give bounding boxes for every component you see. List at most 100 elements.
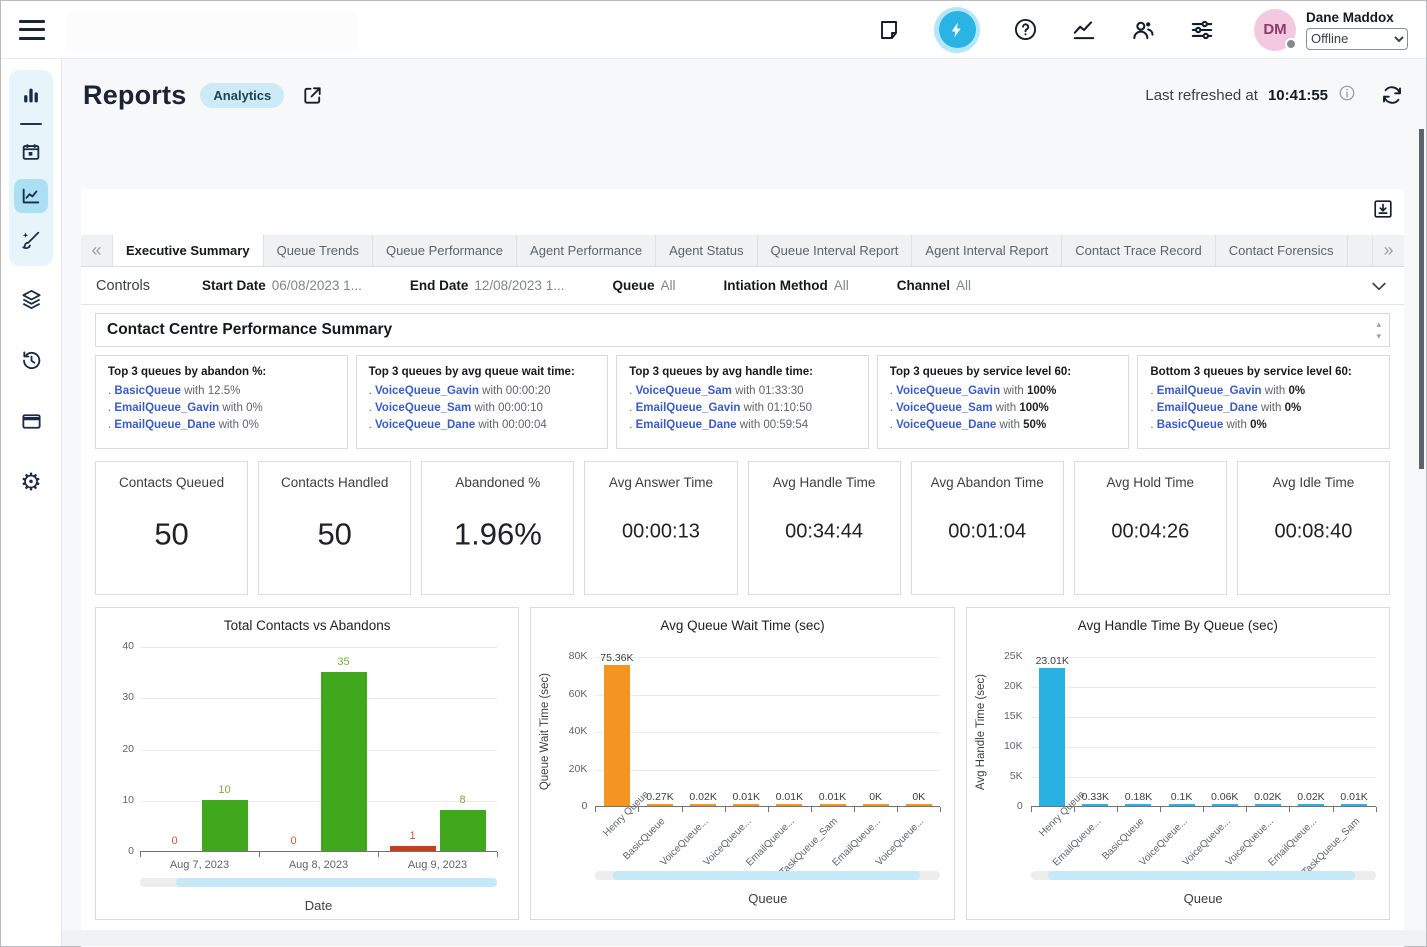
avatar-initials: DM	[1263, 21, 1286, 38]
bar-value-label: 75.36K	[584, 652, 650, 664]
settings-sliders-icon[interactable]	[1189, 17, 1215, 43]
external-link-icon[interactable]	[301, 84, 324, 107]
calendar-icon[interactable]	[14, 135, 48, 169]
line-chart-icon-active[interactable]	[14, 179, 48, 213]
tab-agent-status[interactable]: Agent Status	[656, 235, 757, 266]
chart-scrollbar-thumb[interactable]	[613, 871, 920, 880]
bar-voicequeue-2[interactable]	[690, 804, 716, 806]
queue-link[interactable]: EmailQueue_Dane	[636, 419, 737, 431]
tab-agent-performance[interactable]: Agent Performance	[517, 235, 656, 266]
filter-end-date[interactable]: End Date12/08/2023 1...	[410, 278, 565, 293]
kpi-value: 00:04:26	[1075, 521, 1226, 544]
topbar-actions: DM Dane Maddox Offline	[877, 7, 1408, 53]
chart-scrollbar-thumb[interactable]	[176, 878, 497, 887]
controls-label: Controls	[96, 278, 150, 294]
bar-total-contacts[interactable]	[440, 810, 486, 851]
insight-card-top-3-queues-by-abandon: Top 3 queues by abandon %:. BasicQueue w…	[95, 355, 348, 449]
tabs-scroll-left-icon[interactable]: «	[81, 235, 113, 266]
queue-link[interactable]: VoiceQueue_Dane	[375, 419, 475, 431]
queue-link[interactable]: EmailQueue_Dane	[1157, 402, 1258, 414]
tab-queue-trends[interactable]: Queue Trends	[264, 235, 373, 266]
bar-basicqueue-2[interactable]	[1125, 804, 1151, 806]
boost-lightning-icon[interactable]	[934, 7, 980, 53]
tab-queue-performance[interactable]: Queue Performance	[373, 235, 517, 266]
gear-icon[interactable]: ⚙	[14, 465, 48, 499]
queue-link[interactable]: EmailQueue_Dane	[114, 419, 215, 431]
bar-basicqueue-1[interactable]	[647, 804, 673, 806]
bar-voicequeue-5[interactable]	[1255, 804, 1281, 806]
queue-link[interactable]: EmailQueue_Gavin	[1157, 385, 1262, 397]
bar-voicequeue-3[interactable]	[1169, 804, 1195, 806]
info-icon[interactable]	[1338, 84, 1356, 106]
analytics-chart-icon[interactable]	[1071, 17, 1097, 43]
chart-horizontal-scrollbar[interactable]	[140, 878, 497, 887]
layers-icon[interactable]	[14, 282, 48, 316]
controls-collapse-chevron-icon[interactable]	[1369, 276, 1389, 296]
last-refreshed-label: Last refreshed at	[1145, 87, 1258, 104]
tab-contact-trace-record[interactable]: Contact Trace Record	[1062, 235, 1215, 266]
bar-total-contacts[interactable]	[202, 800, 248, 851]
axis-tick	[854, 807, 855, 812]
queue-link[interactable]: BasicQueue	[114, 385, 180, 397]
queue-link[interactable]: VoiceQueue_Sam	[896, 402, 992, 414]
refresh-icon[interactable]	[1380, 83, 1404, 107]
axis-tick	[725, 807, 726, 812]
bar-emailqueue-1[interactable]	[1082, 804, 1108, 806]
kpi-card-contacts-queued: Contacts Queued50	[95, 461, 248, 595]
bar-taskqueue-sam-7[interactable]	[1341, 804, 1367, 806]
summary-spinner-icon[interactable]: ▴▾	[1376, 318, 1381, 342]
tab-executive-summary[interactable]: Executive Summary	[113, 235, 264, 266]
logo-placeholder	[67, 10, 357, 50]
bar-taskqueue-sam-5[interactable]	[820, 804, 846, 806]
insight-value: 00:00:10	[498, 402, 543, 414]
queue-link[interactable]: BasicQueue	[1157, 419, 1223, 431]
hamburger-menu-icon[interactable]	[19, 20, 45, 40]
queue-link[interactable]: EmailQueue_Gavin	[114, 402, 219, 414]
bar-voicequeue-3[interactable]	[733, 804, 759, 806]
bar-chart-icon[interactable]	[14, 79, 48, 113]
bar-emailqueue-6[interactable]	[863, 804, 889, 806]
tabs-scroll-right-icon[interactable]: »	[1372, 235, 1404, 266]
bar-henry-queue-0[interactable]	[1039, 668, 1065, 806]
gridline	[1031, 777, 1376, 778]
bar-voicequeue-4[interactable]	[1212, 804, 1238, 806]
filter-queue[interactable]: QueueAll	[612, 278, 675, 293]
tab-agent-interval-report[interactable]: Agent Interval Report	[912, 235, 1062, 266]
queue-link[interactable]: VoiceQueue_Sam	[636, 385, 732, 397]
window-icon[interactable]	[14, 404, 48, 438]
insight-value: 0%	[1250, 419, 1267, 431]
bar-henry-queue-0[interactable]	[604, 665, 630, 806]
chart-horizontal-scrollbar[interactable]	[1031, 871, 1376, 880]
bar-emailqueue-4[interactable]	[776, 804, 802, 806]
status-select[interactable]: Offline	[1306, 28, 1408, 50]
avatar[interactable]: DM	[1254, 9, 1296, 51]
tab-contact-forensics[interactable]: Contact Forensics	[1216, 235, 1348, 266]
bar-abandons[interactable]	[390, 846, 436, 851]
chart-scrollbar-thumb[interactable]	[1048, 871, 1355, 880]
customize-brush-icon[interactable]	[14, 223, 48, 257]
vertical-scrollbar[interactable]	[1418, 59, 1425, 946]
queue-link[interactable]: VoiceQueue_Sam	[375, 402, 471, 414]
help-icon[interactable]	[1013, 17, 1038, 42]
history-icon[interactable]	[14, 343, 48, 377]
notes-icon[interactable]	[877, 18, 901, 42]
download-icon[interactable]	[1372, 198, 1394, 220]
tab-queue-interval-report[interactable]: Queue Interval Report	[758, 235, 913, 266]
filter-channel[interactable]: ChannelAll	[897, 278, 971, 293]
axis-tick	[811, 807, 812, 812]
chart-horizontal-scrollbar[interactable]	[595, 871, 940, 880]
queue-link[interactable]: VoiceQueue_Gavin	[896, 385, 1000, 397]
filter-intiation-method[interactable]: Intiation MethodAll	[723, 278, 848, 293]
filter-label: End Date	[410, 278, 469, 293]
users-icon[interactable]	[1130, 17, 1156, 43]
charts-row: Total Contacts vs Abandons010203040010Au…	[95, 607, 1390, 920]
queue-link[interactable]: VoiceQueue_Dane	[896, 419, 996, 431]
queue-link[interactable]: VoiceQueue_Gavin	[375, 385, 479, 397]
scrollbar-thumb[interactable]	[1419, 129, 1424, 469]
bar-voicequeue-7[interactable]	[906, 804, 932, 806]
kpi-card-avg-answer-time: Avg Answer Time00:00:13	[584, 461, 737, 595]
bar-emailqueue-6[interactable]	[1298, 804, 1324, 806]
filter-start-date[interactable]: Start Date06/08/2023 1...	[202, 278, 362, 293]
bar-total-contacts[interactable]	[321, 672, 367, 851]
queue-link[interactable]: EmailQueue_Gavin	[636, 402, 741, 414]
